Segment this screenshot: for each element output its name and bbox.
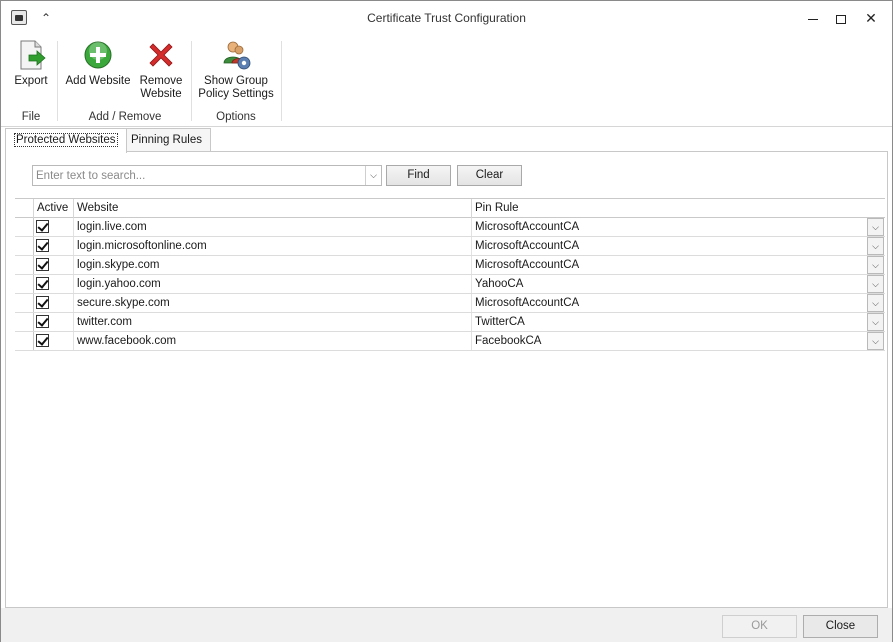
pin-rule-cell[interactable]: YahooCA (472, 275, 867, 293)
dialog-window: ⌃ Certificate Trust Configuration ✕ Expo… (0, 0, 893, 642)
search-dropdown-chevron-down-icon[interactable]: ⌵ (365, 166, 381, 185)
website-cell[interactable]: www.facebook.com (74, 332, 472, 350)
export-button[interactable]: Export (11, 39, 51, 88)
dialog-footer: OK Close (1, 608, 892, 642)
protected-websites-panel: ⌵ Find Clear Active Website Pin Rule log… (5, 151, 888, 608)
grid-header: Active Website Pin Rule (15, 198, 885, 218)
remove-website-button[interactable]: Remove Website (136, 39, 186, 101)
pin-rule-dropdown-chevron-down-icon[interactable]: ⌵ (867, 218, 884, 236)
active-cell (34, 256, 74, 274)
row-indicator[interactable] (15, 256, 34, 274)
table-row[interactable]: www.facebook.com FacebookCA ⌵ (15, 332, 885, 351)
group-label-options: Options (216, 111, 256, 123)
add-website-label: Add Website (65, 75, 131, 87)
table-row[interactable]: login.microsoftonline.com MicrosoftAccou… (15, 237, 885, 256)
ribbon: Export File Add Website Remove Website A… (1, 35, 892, 127)
pin-rule-dropdown-chevron-down-icon[interactable]: ⌵ (867, 237, 884, 255)
column-header-active[interactable]: Active (34, 199, 74, 218)
clear-button[interactable]: Clear (457, 165, 522, 186)
pin-rule-dropdown-chevron-down-icon[interactable]: ⌵ (867, 332, 884, 350)
ok-button[interactable]: OK (722, 615, 797, 638)
find-button[interactable]: Find (386, 165, 451, 186)
active-cell (34, 313, 74, 331)
group-label-file: File (21, 111, 41, 123)
tab-protected-websites[interactable]: Protected Websites (5, 128, 127, 153)
ribbon-separator (57, 41, 58, 121)
pin-rule-cell[interactable]: MicrosoftAccountCA (472, 218, 867, 236)
table-row[interactable]: secure.skype.com MicrosoftAccountCA ⌵ (15, 294, 885, 313)
website-cell[interactable]: secure.skype.com (74, 294, 472, 312)
group-policy-label-line-2: Policy Settings (198, 88, 274, 100)
pin-rule-cell[interactable]: TwitterCA (472, 313, 867, 331)
ribbon-separator (191, 41, 192, 121)
website-cell[interactable]: login.skype.com (74, 256, 472, 274)
active-cell (34, 218, 74, 236)
table-row[interactable]: login.live.com MicrosoftAccountCA ⌵ (15, 218, 885, 237)
table-row[interactable]: twitter.com TwitterCA ⌵ (15, 313, 885, 332)
maximize-icon (836, 14, 846, 24)
pin-rule-dropdown-chevron-down-icon[interactable]: ⌵ (867, 294, 884, 312)
tab-protected-websites-label: Protected Websites (14, 133, 118, 147)
search-combo[interactable]: ⌵ (32, 165, 382, 186)
tab-strip: Protected Websites Pinning Rules (1, 127, 892, 153)
pin-rule-dropdown-chevron-down-icon[interactable]: ⌵ (867, 256, 884, 274)
column-header-pin-rule[interactable]: Pin Rule (472, 199, 885, 218)
export-label: Export (14, 75, 48, 87)
pin-rule-cell[interactable]: MicrosoftAccountCA (472, 256, 867, 274)
close-button[interactable]: Close (803, 615, 878, 638)
row-indicator[interactable] (15, 237, 34, 255)
row-indicator-header (15, 199, 34, 218)
remove-label-line-2: Website (140, 88, 182, 100)
active-cell (34, 332, 74, 350)
website-cell[interactable]: twitter.com (74, 313, 472, 331)
column-header-website[interactable]: Website (74, 199, 472, 218)
minimize-icon (808, 18, 818, 20)
pin-rule-cell[interactable]: MicrosoftAccountCA (472, 237, 867, 255)
group-policy-label-line-1: Show Group (204, 75, 268, 87)
table-row[interactable]: login.skype.com MicrosoftAccountCA ⌵ (15, 256, 885, 275)
pin-rule-cell[interactable]: FacebookCA (472, 332, 867, 350)
add-icon (84, 41, 112, 69)
row-indicator[interactable] (15, 313, 34, 331)
active-cell (34, 275, 74, 293)
search-input[interactable] (33, 166, 363, 185)
pin-rule-dropdown-chevron-down-icon[interactable]: ⌵ (867, 275, 884, 293)
row-indicator[interactable] (15, 332, 34, 350)
maximize-button[interactable] (828, 7, 854, 29)
remove-label-line-1: Remove (139, 75, 183, 87)
ribbon-separator (281, 41, 282, 121)
add-website-button[interactable]: Add Website (64, 39, 132, 88)
pin-rule-dropdown-chevron-down-icon[interactable]: ⌵ (867, 313, 884, 331)
row-indicator[interactable] (15, 275, 34, 293)
website-cell[interactable]: login.live.com (74, 218, 472, 236)
remove-x-icon (149, 43, 173, 67)
export-icon (20, 40, 46, 70)
show-group-policy-settings-button[interactable]: Show Group Policy Settings (197, 39, 275, 101)
tab-pinning-rules-label: Pinning Rules (131, 134, 202, 146)
pin-rule-cell[interactable]: MicrosoftAccountCA (472, 294, 867, 312)
minimize-button[interactable] (800, 7, 826, 29)
active-cell (34, 294, 74, 312)
website-cell[interactable]: login.microsoftonline.com (74, 237, 472, 255)
group-label-add-remove: Add / Remove (88, 111, 162, 123)
close-window-button[interactable]: ✕ (858, 7, 884, 29)
title-bar: ⌃ Certificate Trust Configuration ✕ (1, 1, 892, 35)
window-title: Certificate Trust Configuration (367, 11, 526, 25)
website-cell[interactable]: login.yahoo.com (74, 275, 472, 293)
active-cell (34, 237, 74, 255)
group-policy-users-gear-icon (223, 41, 251, 70)
row-indicator[interactable] (15, 294, 34, 312)
tab-pinning-rules[interactable]: Pinning Rules (122, 128, 211, 152)
table-row[interactable]: login.yahoo.com YahooCA ⌵ (15, 275, 885, 294)
row-indicator[interactable] (15, 218, 34, 236)
